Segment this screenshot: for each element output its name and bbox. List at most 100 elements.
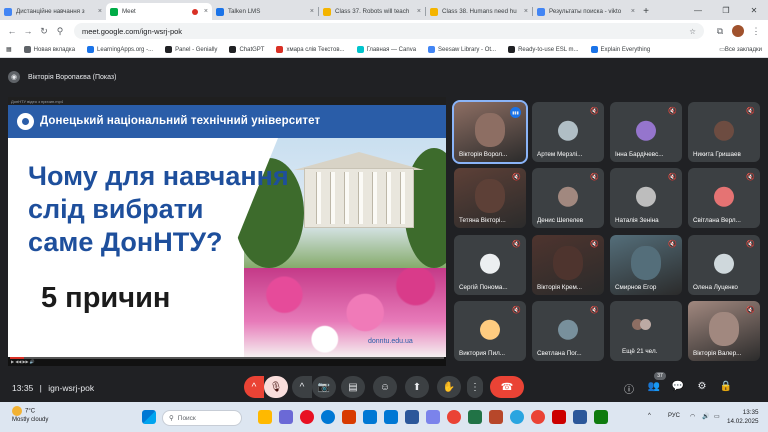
participant-tile[interactable]: Ещё 21 чел. xyxy=(610,301,682,361)
participant-tile[interactable]: 🔇 Вікторія Крем... xyxy=(532,235,604,295)
participant-tile[interactable]: 🔇 Артем Мерзлі... xyxy=(532,102,604,162)
host-controls-icon[interactable]: 🔒 xyxy=(719,381,733,392)
apps-grid-icon[interactable]: ▦ xyxy=(6,46,12,53)
taskbar-search[interactable]: ⚲ Поиск xyxy=(162,410,242,426)
weather-desc: Mostly cloudy xyxy=(12,417,49,423)
browser-tab[interactable]: Результаты поиска - vikto × xyxy=(533,3,639,20)
chrome-icon[interactable] xyxy=(447,410,461,424)
excel-icon[interactable] xyxy=(468,410,482,424)
people-icon[interactable]: 👥 xyxy=(647,381,661,392)
mic-options-button[interactable]: ^ xyxy=(244,376,264,398)
word-doc-icon[interactable] xyxy=(573,410,587,424)
participant-avatar xyxy=(480,319,500,340)
tab-close-icon[interactable]: × xyxy=(310,8,314,15)
participant-tile[interactable]: ▮▮▮ Вікторія Ворол... xyxy=(452,100,528,164)
bookmark-item[interactable]: ChatGPT xyxy=(229,46,264,53)
bookmark-star-icon[interactable]: ☆ xyxy=(689,27,696,36)
close-icon[interactable]: ✕ xyxy=(740,6,768,15)
video-player-controls[interactable]: ▶ ◀◀ ▶▶ 🔊 xyxy=(8,357,446,366)
teams-icon[interactable] xyxy=(279,410,293,424)
tab-close-icon[interactable]: × xyxy=(417,8,421,15)
camera-toggle-button[interactable]: 📷 xyxy=(312,376,336,398)
more-options-button[interactable]: ⋮ xyxy=(467,376,483,398)
activities-icon[interactable]: ⚙ xyxy=(695,381,709,392)
progress-bar[interactable] xyxy=(10,357,444,359)
store-icon[interactable] xyxy=(363,410,377,424)
reload-icon[interactable]: ↻ xyxy=(36,26,52,37)
browser-tab[interactable]: Talken LMS × xyxy=(212,3,318,20)
browser-tab[interactable]: Дистанційне навчання з × xyxy=(0,3,106,20)
participant-tile[interactable]: 🔇 Денис Шепелев xyxy=(532,168,604,228)
browser-tab[interactable]: Meet × xyxy=(106,3,212,20)
participant-tile[interactable]: 🔇 Виктория Пил... xyxy=(454,301,526,361)
bookmark-item[interactable]: Panel - Genially xyxy=(165,46,217,53)
captions-button[interactable]: ▤ xyxy=(341,376,365,398)
tray-chevron-icon[interactable]: ^ xyxy=(648,413,651,419)
minimize-icon[interactable]: — xyxy=(684,6,712,15)
browser-tab[interactable]: Class 38. Humans need hu × xyxy=(426,3,532,20)
forward-icon[interactable]: → xyxy=(20,26,36,36)
weather-widget[interactable]: 7°C Mostly cloudy xyxy=(12,406,48,424)
participant-tile[interactable]: 🔇 Наталія Зеніна xyxy=(610,168,682,228)
app-green-icon[interactable] xyxy=(594,410,608,424)
chat-icon[interactable]: 💬 xyxy=(671,381,685,392)
new-tab-button[interactable]: + xyxy=(639,6,653,17)
leave-call-button[interactable]: ☎ xyxy=(490,376,524,398)
bookmark-item[interactable]: LearningApps.org -... xyxy=(87,46,153,53)
bookmark-item[interactable]: хмара слів Текстов... xyxy=(276,46,345,53)
bookmark-item[interactable]: Новая вкладка xyxy=(23,46,76,53)
address-bar[interactable]: meet.google.com/ign-wsrj-pok ☆ xyxy=(74,23,704,39)
file-explorer-icon[interactable] xyxy=(258,410,272,424)
tab-close-icon[interactable]: × xyxy=(631,8,635,15)
play-icon[interactable]: ▶ ◀◀ ▶▶ 🔊 xyxy=(11,359,35,364)
tab-close-icon[interactable]: × xyxy=(204,8,208,15)
raise-hand-button[interactable]: ✋ xyxy=(437,376,461,398)
site-info-icon[interactable]: ⚲ xyxy=(52,26,68,37)
bookmark-item[interactable]: Главная — Canva xyxy=(356,46,416,53)
language-indicator[interactable]: РУС xyxy=(668,413,680,419)
copilot-icon[interactable] xyxy=(300,410,314,424)
telegram-icon[interactable] xyxy=(510,410,524,424)
participant-tile[interactable]: 🔇 Світлана Верл... xyxy=(688,168,760,228)
bookmark-item[interactable]: Ready-to-use ESL m... xyxy=(508,46,579,53)
participant-tile[interactable]: 🔇 Олена Луценко xyxy=(688,235,760,295)
participant-tile[interactable]: 🔇 Інна Бардічевс... xyxy=(610,102,682,162)
app-icon[interactable] xyxy=(426,410,440,424)
presentation-stage[interactable]: ДонНТУ відео з причин.mp4 Донецький наці… xyxy=(8,97,446,366)
all-bookmarks-button[interactable]: ▭ Все закладки xyxy=(719,46,762,54)
participant-tile[interactable]: 🔇 Светлана Пог... xyxy=(532,301,604,361)
present-button[interactable]: ⬆ xyxy=(405,376,429,398)
tab-close-icon[interactable]: × xyxy=(98,8,102,15)
wifi-icon[interactable]: ◠ xyxy=(690,413,695,420)
browser-tab[interactable]: Class 37. Robots will teach × xyxy=(319,3,425,20)
start-icon[interactable] xyxy=(142,410,156,424)
reactions-button[interactable]: ☺ xyxy=(373,376,397,398)
profile-avatar[interactable] xyxy=(732,25,744,37)
bookmark-label: Новая вкладка xyxy=(33,46,76,53)
mail-icon[interactable] xyxy=(384,410,398,424)
taskbar-clock[interactable]: 13:35 14.02.2025 xyxy=(727,408,759,426)
bookmark-item[interactable]: Explain Everything xyxy=(590,46,650,53)
powerpoint-icon[interactable] xyxy=(489,410,503,424)
tab-close-icon[interactable]: × xyxy=(524,8,528,15)
participant-tile[interactable]: 🔇 Вікторія Валер... xyxy=(688,301,760,361)
restore-icon[interactable]: ❐ xyxy=(712,6,740,15)
bookmark-item[interactable]: Seesaw Library - Ot... xyxy=(428,46,496,53)
battery-icon[interactable]: ▭ xyxy=(714,413,720,420)
edge-icon[interactable] xyxy=(321,410,335,424)
chrome-profile-icon[interactable] xyxy=(531,410,545,424)
browser-menu-icon[interactable]: ⋮ xyxy=(748,26,764,37)
participant-tile[interactable]: 🔇 Сергій Пономa... xyxy=(454,235,526,295)
participant-tile[interactable]: 🔇 Тетяна Вікторі... xyxy=(454,168,526,228)
participant-tile[interactable]: 🔇 Никита Гришаев xyxy=(688,102,760,162)
pdf-icon[interactable] xyxy=(552,410,566,424)
back-icon[interactable]: ← xyxy=(4,26,20,36)
meeting-info-icon[interactable]: ⓘ xyxy=(622,381,636,396)
mic-toggle-button[interactable]: 🎙 xyxy=(264,376,288,398)
word-icon[interactable] xyxy=(405,410,419,424)
camera-options-button[interactable]: ^ xyxy=(292,376,312,398)
volume-icon[interactable]: 🔊 xyxy=(702,413,709,420)
extensions-icon[interactable]: ⧉ xyxy=(712,26,728,37)
office-icon[interactable] xyxy=(342,410,356,424)
participant-tile[interactable]: 🔇 Смирнов Егор xyxy=(610,235,682,295)
